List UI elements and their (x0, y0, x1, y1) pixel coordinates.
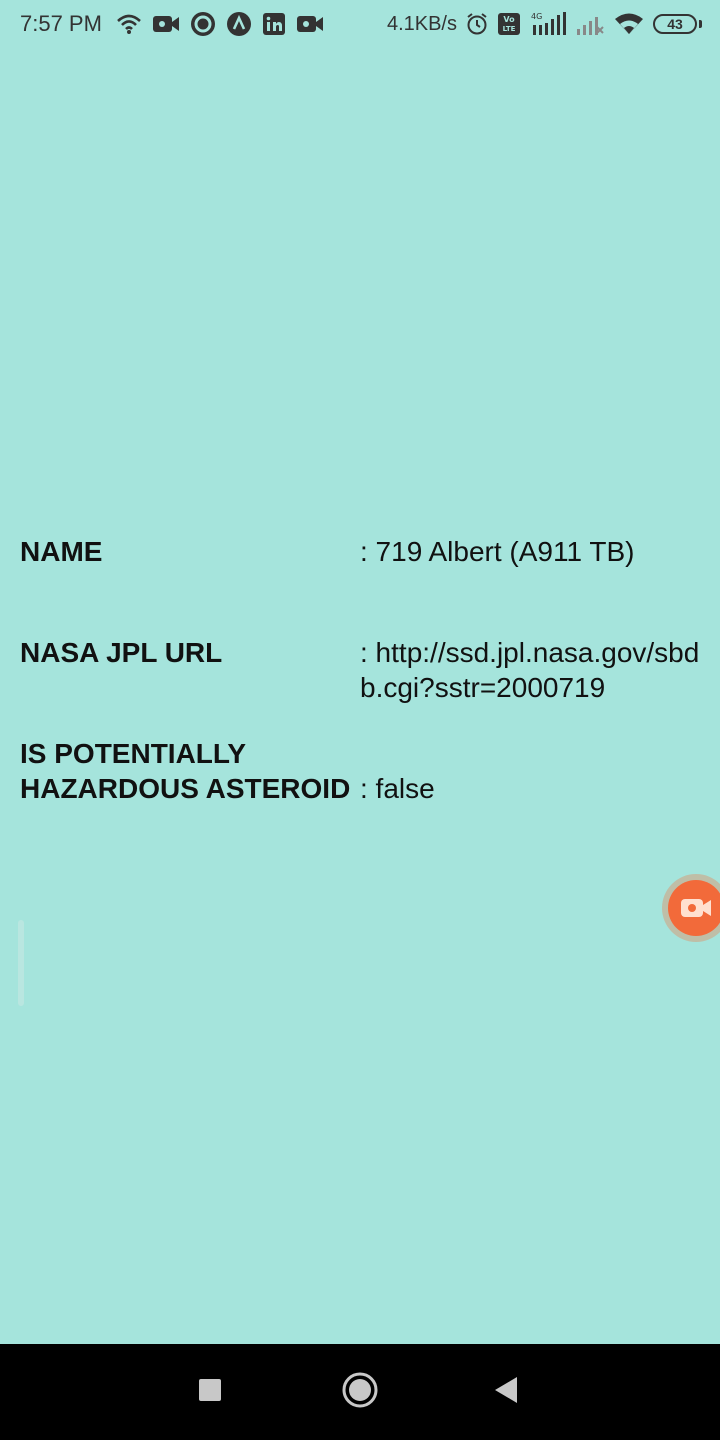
volte-icon: Vo LTE (497, 12, 521, 36)
signal-4g-icon: 4G (529, 11, 567, 37)
status-bar: 7:57 PM 4.1KB/s Vo LTE 4G 43 (0, 0, 720, 50)
battery-icon: 43 (653, 14, 697, 34)
signal-icon (575, 11, 605, 37)
hazard-value: : false (360, 773, 435, 804)
url-label: NASA JPL URL (20, 637, 223, 668)
arrow-app-icon (226, 11, 252, 37)
hazard-row: IS POTENTIALLY HAZARDOUS ASTEROID : fals… (20, 736, 700, 806)
name-label: NAME (20, 536, 103, 567)
home-icon (341, 1371, 379, 1414)
url-value[interactable]: : http://ssd.jpl.nasa.gov/sbdb.cgi?sstr=… (360, 635, 700, 705)
back-button[interactable] (484, 1370, 528, 1414)
recents-button[interactable] (188, 1370, 232, 1414)
video-camera-icon (296, 13, 324, 35)
battery-level: 43 (667, 16, 683, 32)
system-status: 4.1KB/s Vo LTE 4G 43 (387, 10, 702, 38)
screen-recorder-button[interactable] (662, 874, 720, 942)
scroll-indicator (18, 920, 24, 1006)
back-icon (493, 1376, 519, 1409)
name-value: : 719 Albert (A911 TB) (360, 536, 635, 567)
screen-recorder-icon (668, 880, 720, 936)
recents-icon (198, 1378, 222, 1407)
alarm-icon (465, 12, 489, 36)
home-button[interactable] (338, 1370, 382, 1414)
svg-text:LTE: LTE (503, 25, 516, 33)
url-row: NASA JPL URL : http://ssd.jpl.nasa.gov/s… (20, 635, 700, 705)
battery-tip (699, 20, 702, 28)
svg-text:Vo: Vo (503, 15, 515, 24)
wifi-icon (613, 12, 645, 36)
navigation-bar (0, 1344, 720, 1440)
notification-icons (116, 10, 324, 38)
svg-text:4G: 4G (531, 12, 542, 21)
status-time: 7:57 PM (20, 11, 102, 36)
wifi-hotspot-icon (116, 13, 142, 35)
name-row: NAME : 719 Albert (A911 TB) (20, 534, 700, 569)
video-camera-icon (152, 13, 180, 35)
linkedin-icon (262, 12, 286, 36)
network-speed: 4.1KB/s (386, 13, 457, 35)
hazard-label: IS POTENTIALLY HAZARDOUS ASTEROID (20, 738, 351, 804)
asteroid-details: NAME : 719 Albert (A911 TB) NASA JPL URL… (20, 534, 700, 806)
circle-app-icon (190, 11, 216, 37)
